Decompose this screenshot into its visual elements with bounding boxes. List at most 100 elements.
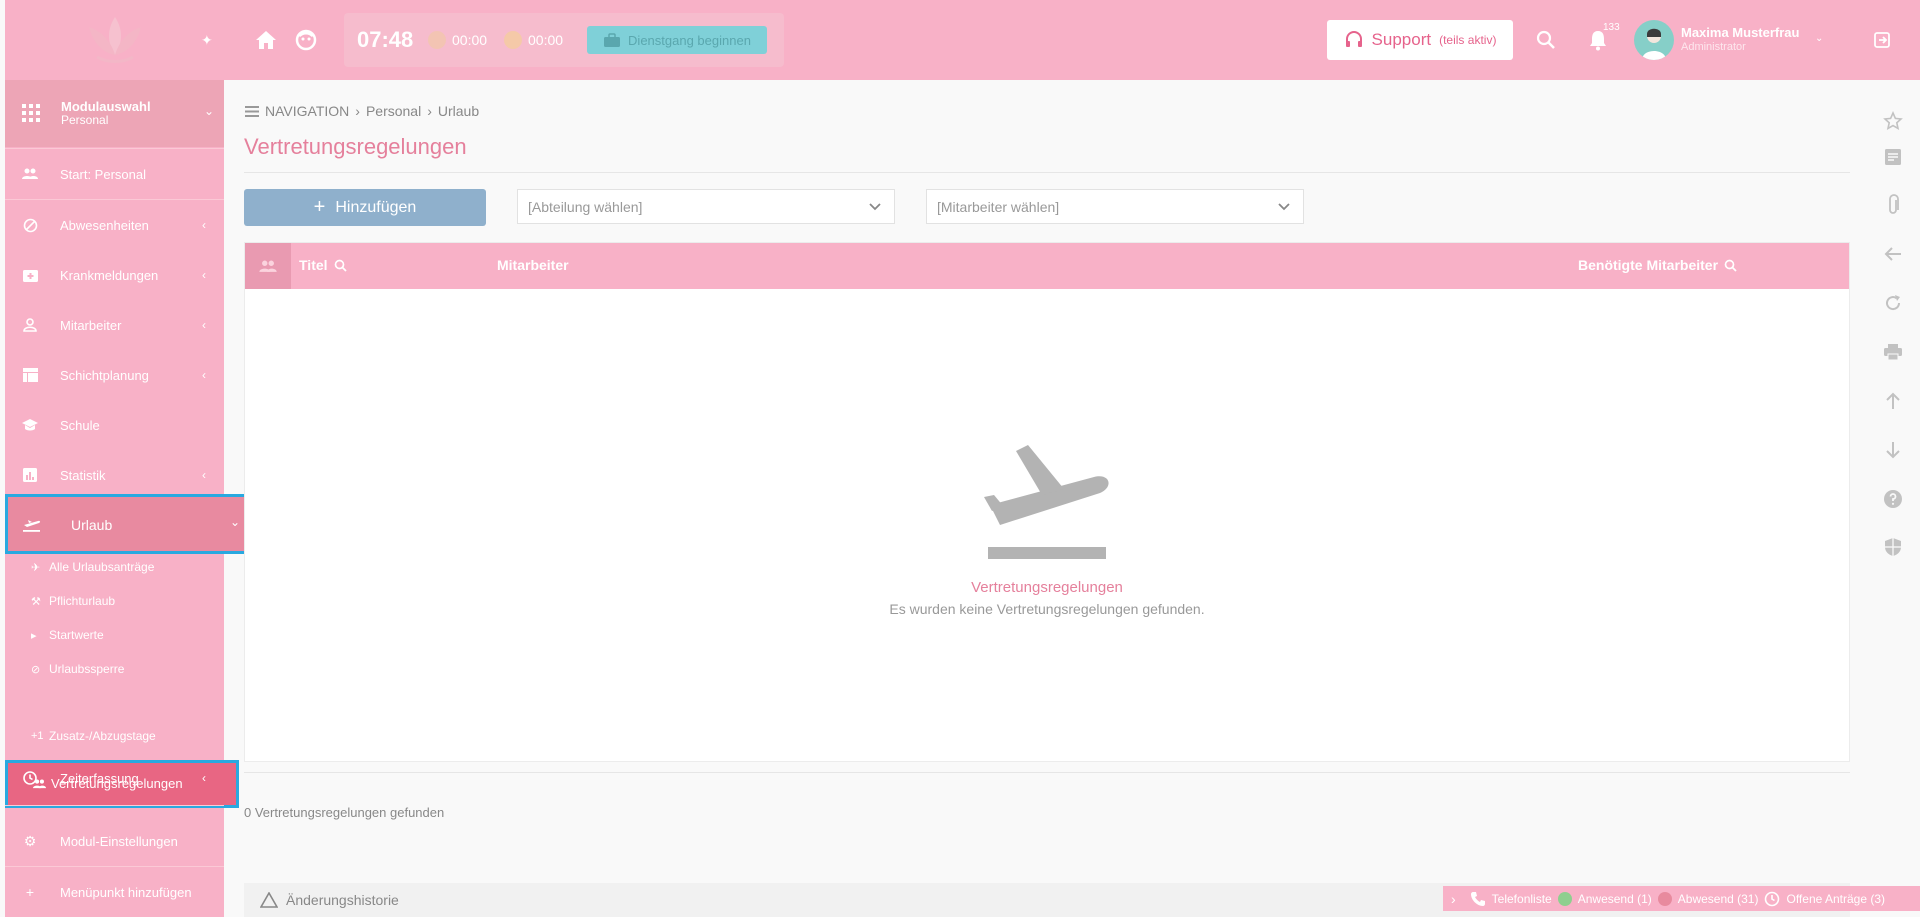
- add-button[interactable]: + Hinzufügen: [244, 189, 486, 226]
- sidebar-sub-alle-urlaubsantraege[interactable]: ✈ Alle Urlaubsanträge: [5, 551, 224, 583]
- right-toolbar: [1867, 80, 1920, 917]
- break-counter: 00:00: [504, 31, 563, 49]
- chevron-left-icon: ‹: [202, 218, 206, 232]
- clock: 07:48: [357, 27, 414, 52]
- chevron-left-icon: ‹: [202, 771, 206, 785]
- menu-icon[interactable]: [245, 105, 259, 117]
- clock-icon: [1765, 891, 1780, 906]
- sidebar-item-statistik[interactable]: Statistik ‹: [5, 450, 224, 500]
- phone-icon: [1470, 891, 1485, 906]
- briefcase-icon: [604, 32, 621, 47]
- column-titel[interactable]: Titel: [299, 257, 347, 273]
- work-counter: 00:00: [428, 31, 487, 49]
- gavel-icon: ⚒: [31, 595, 41, 608]
- arrow-up-icon[interactable]: [1882, 390, 1904, 412]
- home-icon[interactable]: [252, 26, 280, 54]
- star-icon[interactable]: [1882, 110, 1904, 132]
- abwesend-link[interactable]: Abwesend (31): [1678, 892, 1759, 906]
- breadcrumb-root[interactable]: NAVIGATION: [265, 103, 349, 119]
- sidebar-item-zeiterfassung[interactable]: Zeiterfassung ‹: [5, 753, 224, 803]
- sidebar-item-start[interactable]: Start: Personal: [5, 149, 224, 199]
- block-icon: [22, 217, 38, 233]
- chevron-down-icon[interactable]: ⌄: [1815, 33, 1823, 44]
- logout-icon[interactable]: [1868, 26, 1896, 54]
- school-icon: [22, 417, 38, 433]
- breadcrumb-personal[interactable]: Personal: [366, 103, 421, 119]
- support-button[interactable]: Support (teils aktiv): [1327, 20, 1513, 60]
- logo[interactable]: [5, 0, 224, 80]
- module-subtitle: Personal: [61, 113, 109, 127]
- substitution-table: Titel Mitarbeiter Benötigte Mitarbeiter …: [244, 242, 1850, 762]
- block-icon: ⊘: [31, 663, 41, 676]
- pin-icon[interactable]: ✦: [201, 32, 213, 49]
- search-icon[interactable]: [1532, 26, 1560, 54]
- chevron-down-icon: ⌄: [204, 104, 215, 118]
- breadcrumb-separator: ›: [427, 103, 432, 119]
- module-title: Modulauswahl: [61, 99, 151, 114]
- offene-antraege-link[interactable]: Offene Anträge (3): [1786, 892, 1885, 906]
- grid-icon: [22, 104, 40, 122]
- notes-icon[interactable]: [1882, 146, 1904, 168]
- sidebar-item-menupunkt-hinzufuegen[interactable]: + Menüpunkt hinzufügen: [5, 867, 224, 917]
- column-benoetigte-mitarbeiter[interactable]: Benötigte Mitarbeiter: [1578, 257, 1737, 273]
- refresh-icon[interactable]: [1882, 292, 1904, 314]
- shield-icon[interactable]: [1882, 536, 1904, 558]
- chevron-down-icon: ⌄: [230, 515, 241, 529]
- plus-icon: +: [313, 196, 326, 218]
- play-icon: ▸: [31, 629, 37, 642]
- chevron-left-icon: ‹: [202, 318, 206, 332]
- abteilung-select[interactable]: [Abteilung wählen]: [517, 189, 895, 224]
- notification-badge: 133: [1603, 22, 1620, 33]
- chevron-down-icon: [869, 203, 881, 211]
- search-icon[interactable]: [1724, 259, 1737, 272]
- chevron-left-icon: ‹: [202, 468, 206, 482]
- column-mitarbeiter[interactable]: Mitarbeiter: [497, 257, 569, 273]
- avatar[interactable]: [1634, 20, 1674, 60]
- headset-icon: [1345, 31, 1362, 47]
- arrow-down-icon[interactable]: [1882, 439, 1904, 461]
- sidebar-item-mitarbeiter[interactable]: Mitarbeiter ‹: [5, 300, 224, 350]
- arrow-left-icon[interactable]: [1882, 243, 1904, 265]
- anwesend-link[interactable]: Anwesend (1): [1578, 892, 1652, 906]
- telefonliste-link[interactable]: Telefonliste: [1492, 892, 1552, 906]
- gear-icon: ⚙: [23, 832, 37, 849]
- breadcrumb: NAVIGATION › Personal › Urlaub: [245, 103, 479, 119]
- print-icon[interactable]: [1882, 341, 1904, 363]
- user-icon: [22, 317, 38, 333]
- sidebar-item-abwesenheiten[interactable]: Abwesenheiten ‹: [5, 200, 224, 250]
- divider: [5, 805, 224, 806]
- plane-departure-icon: [984, 445, 1109, 559]
- break-dot-icon: [504, 31, 522, 49]
- dienstgang-button[interactable]: Dienstgang beginnen: [587, 26, 767, 54]
- mitarbeiter-select[interactable]: [Mitarbeiter wählen]: [926, 189, 1304, 224]
- sidebar-item-modul-einstellungen[interactable]: ⚙ Modul-Einstellungen: [5, 816, 224, 866]
- medical-icon: [22, 267, 38, 283]
- sidebar-item-schule[interactable]: Schule: [5, 400, 224, 450]
- table-header: Titel Mitarbeiter Benötigte Mitarbeiter: [245, 243, 1849, 289]
- top-bar: ✦ 07:48 00:00 00:00 Dienstgang beginnen …: [5, 0, 1920, 80]
- module-selector[interactable]: Modulauswahl Personal ⌄: [5, 80, 224, 147]
- table-icon: [22, 367, 38, 383]
- plus-one-icon: +1: [31, 730, 44, 742]
- face-icon[interactable]: [292, 26, 320, 54]
- search-icon[interactable]: [334, 259, 347, 272]
- sidebar-item-krankmeldungen[interactable]: Krankmeldungen ‹: [5, 250, 224, 300]
- user-name[interactable]: Maxima Musterfrau: [1681, 25, 1799, 40]
- lotus-logo-icon: [88, 17, 141, 63]
- sidebar-sub-pflichturlaub[interactable]: ⚒ Pflichturlaub: [5, 585, 224, 617]
- sidebar-sub-urlaubssperre[interactable]: ⊘ Urlaubssperre: [5, 653, 224, 685]
- help-icon[interactable]: [1882, 488, 1904, 510]
- user-role: Administrator: [1681, 41, 1746, 53]
- chevron-down-icon: [1278, 203, 1290, 211]
- chevron-left-icon: ‹: [202, 368, 206, 382]
- sidebar-item-schichtplanung[interactable]: Schichtplanung ‹: [5, 350, 224, 400]
- absent-dot-icon: [1657, 891, 1672, 906]
- sidebar-item-urlaub[interactable]: Urlaub ⌄: [5, 494, 259, 554]
- breadcrumb-urlaub[interactable]: Urlaub: [438, 103, 479, 119]
- attachment-icon[interactable]: [1882, 194, 1904, 216]
- chevron-left-icon: ‹: [202, 268, 206, 282]
- sidebar-sub-zusatz-abzugstage[interactable]: +1 Zusatz-/Abzugstage: [5, 720, 224, 752]
- plus-icon: +: [25, 884, 35, 900]
- chevron-right-icon[interactable]: ›: [1451, 891, 1456, 907]
- sidebar-sub-startwerte[interactable]: ▸ Startwerte: [5, 619, 224, 651]
